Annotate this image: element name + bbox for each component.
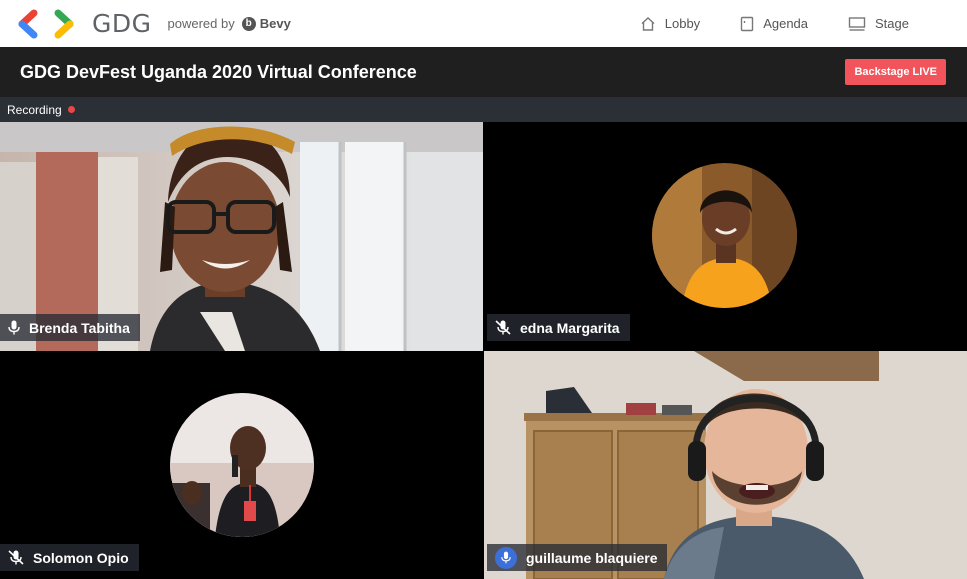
participant-name: edna Margarita — [520, 319, 620, 336]
nav-lobby[interactable]: Lobby — [640, 16, 700, 32]
recording-bar: Recording — [0, 97, 967, 122]
bevy-icon: b — [241, 16, 256, 31]
participant-name: guillaume blaquiere — [526, 549, 658, 566]
recording-label: Recording — [7, 102, 62, 117]
home-icon — [641, 16, 655, 31]
microphone-icon — [8, 320, 20, 335]
participant-name: Brenda Tabitha — [29, 319, 130, 336]
logo-text: GDG — [92, 9, 152, 38]
participant-name: Solomon Opio — [33, 549, 129, 566]
backstage-live-button[interactable]: Backstage LIVE — [845, 59, 946, 85]
agenda-icon — [740, 16, 754, 31]
top-nav: GDG powered by b Bevy Lobby Agenda Stage — [0, 0, 967, 47]
participant-name-tag: Solomon Opio — [0, 544, 139, 571]
video-tile-brenda[interactable]: Brenda Tabitha — [0, 122, 483, 351]
video-tile-guillaume[interactable]: guillaume blaquiere — [484, 351, 967, 579]
powered-by-label: powered by — [167, 16, 235, 31]
video-tile-solomon[interactable]: Solomon Opio — [0, 351, 483, 579]
microphone-speaking-icon — [495, 546, 517, 569]
nav-lobby-label: Lobby — [664, 16, 701, 31]
participant-name-tag: guillaume blaquiere — [487, 544, 668, 571]
gdg-logo[interactable]: GDG — [18, 9, 152, 39]
nav-agenda-label: Agenda — [763, 16, 809, 31]
nav-agenda[interactable]: Agenda — [740, 16, 808, 32]
avatar — [652, 163, 797, 308]
nav-stage[interactable]: Stage — [848, 16, 909, 32]
stage-icon — [848, 16, 866, 31]
avatar — [170, 393, 314, 537]
nav-stage-label: Stage — [875, 16, 909, 31]
powered-by: powered by b Bevy — [168, 16, 291, 31]
microphone-muted-icon — [495, 320, 511, 335]
main-nav: Lobby Agenda Stage — [600, 0, 909, 47]
recording-dot-icon — [67, 106, 75, 113]
video-tile-edna[interactable]: edna Margarita — [484, 122, 967, 351]
microphone-muted-icon — [8, 550, 24, 565]
event-title: GDG DevFest Uganda 2020 Virtual Conferen… — [20, 61, 417, 82]
participant-name-tag: Brenda Tabitha — [0, 314, 140, 341]
participant-name-tag: edna Margarita — [487, 314, 630, 341]
gdg-logo-icon — [18, 9, 74, 38]
bevy-label: Bevy — [259, 16, 291, 31]
event-title-bar: GDG DevFest Uganda 2020 Virtual Conferen… — [0, 47, 967, 97]
